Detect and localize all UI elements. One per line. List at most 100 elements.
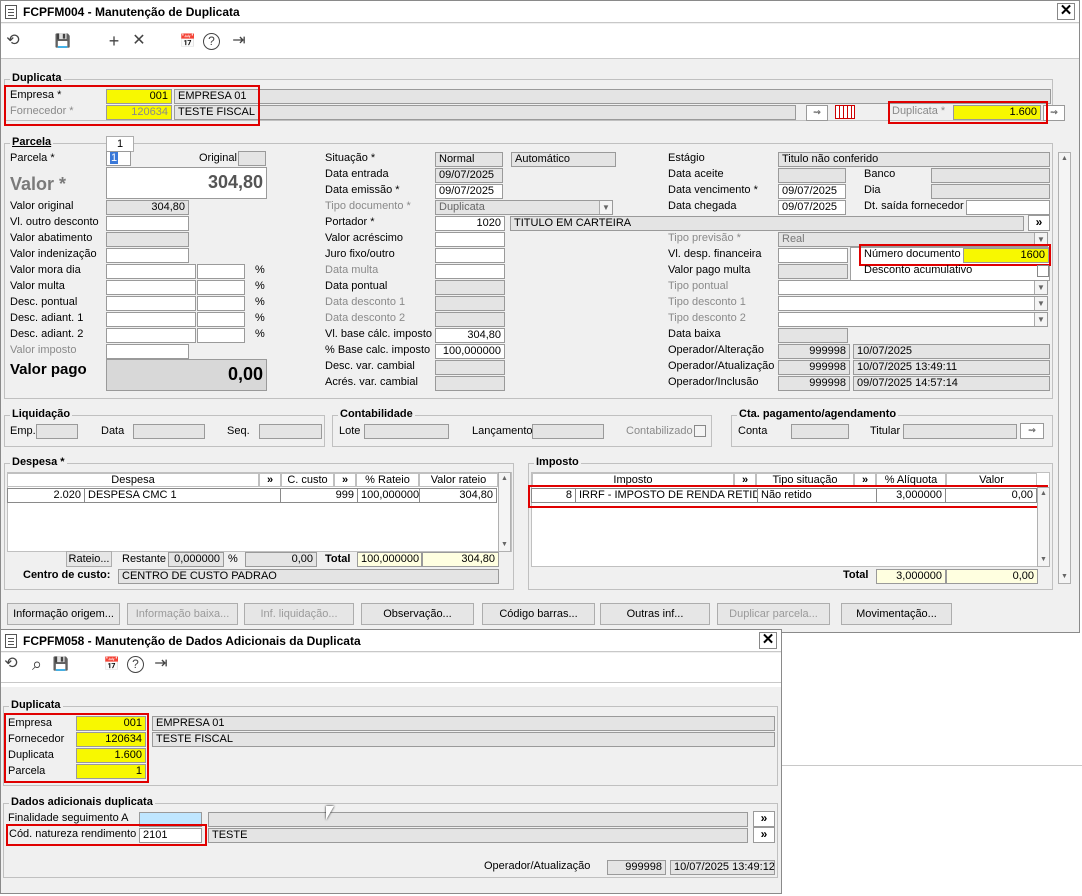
parcela-tab-1[interactable]: 1 — [106, 136, 134, 152]
operador-alteracao-date: 10/07/2025 — [853, 344, 1050, 359]
data-vencimento-field[interactable]: 09/07/2025 — [778, 184, 846, 199]
left-field-label: Vl. outro desconto — [10, 216, 99, 228]
parcela-scrollbar[interactable]: ▲ ▼ — [1058, 152, 1071, 584]
help-icon[interactable]: ? — [127, 656, 144, 673]
bottom-button-7[interactable]: Movimentação... — [841, 603, 952, 625]
portador-code-field[interactable]: 1020 — [435, 216, 505, 231]
imposto-scrollbar[interactable]: ▲ ▼ — [1037, 487, 1050, 567]
undo-icon[interactable]: ⟲ — [1, 654, 21, 674]
mid-field-value — [435, 312, 505, 327]
despesa-valor-cell[interactable]: 304,80 — [419, 488, 497, 503]
highlight-duplicata-block — [4, 713, 149, 783]
tipo-documento-select[interactable]: Duplicata ▼ — [435, 200, 613, 215]
highlight-imposto-row — [528, 485, 1048, 508]
undo-icon[interactable]: ⟲ — [3, 31, 23, 51]
percent-sign: % — [255, 312, 265, 324]
chevron-down-icon[interactable]: ▼ — [1034, 281, 1047, 294]
despesa-rateio-cell[interactable]: 100,000000 — [357, 488, 420, 503]
despesa-ccusto-cell[interactable]: 999 — [280, 488, 358, 503]
bottom-button-1[interactable]: Informação baixa... — [127, 603, 238, 625]
data-baixa-field — [778, 328, 848, 343]
despesa-scrollbar[interactable]: ▲ ▼ — [498, 472, 511, 552]
column-search-button[interactable]: » — [259, 473, 281, 487]
save-icon[interactable]: 💾 — [51, 654, 71, 674]
tipo-pontual-select[interactable]: ▼ — [778, 280, 1048, 295]
vl-base-field[interactable]: 304,80 — [435, 328, 505, 343]
finalidade-search-button[interactable]: » — [753, 811, 775, 827]
left-field-value[interactable] — [106, 280, 196, 295]
mid-field-value[interactable] — [435, 264, 505, 279]
titular-search-button[interactable]: ⇝ — [1020, 423, 1044, 439]
toolbar: ⟲ 💾 + ✕ 📅 ? ⇥ — [1, 24, 1079, 58]
contabilidade-legend: Contabilidade — [338, 408, 415, 420]
data-chegada-field[interactable]: 09/07/2025 — [778, 200, 846, 215]
left-field-value[interactable] — [106, 296, 196, 311]
tipo-desconto-1-select[interactable]: ▼ — [778, 296, 1048, 311]
scroll-up-icon[interactable]: ▲ — [1038, 488, 1049, 500]
mid-field-value[interactable] — [435, 232, 505, 247]
left-field-value[interactable] — [106, 248, 189, 263]
scroll-up-icon[interactable]: ▲ — [499, 473, 510, 485]
close-button[interactable]: ✕ — [1057, 3, 1075, 20]
left-field-value[interactable] — [106, 216, 189, 231]
despesa-code-cell[interactable]: 2.020 — [7, 488, 85, 503]
chevron-down-icon[interactable]: ▼ — [1034, 297, 1047, 310]
bottom-button-6[interactable]: Duplicar parcela... — [717, 603, 830, 625]
percent-field[interactable] — [197, 312, 245, 327]
cancel-icon[interactable]: ✕ — [129, 31, 149, 51]
calendar-icon[interactable]: 📅 — [178, 31, 198, 51]
bottom-button-3[interactable]: Observação... — [361, 603, 474, 625]
scroll-down-icon[interactable]: ▼ — [1059, 571, 1070, 583]
fornecedor-search-button[interactable]: ⇝ — [806, 105, 828, 121]
valor-pago-multa-label: Valor pago multa — [668, 264, 751, 276]
operador-atualizacao-code: 999998 — [778, 360, 850, 375]
left-field-value[interactable] — [106, 312, 196, 327]
despesa-name-cell[interactable]: DESPESA CMC 1 — [84, 488, 281, 503]
desconto-acumulativo-checkbox[interactable] — [1037, 265, 1049, 277]
rateio-button[interactable]: Rateio... — [66, 551, 112, 567]
tipo-desconto-2-select[interactable]: ▼ — [778, 312, 1048, 327]
percent-field[interactable] — [197, 328, 245, 343]
save-icon[interactable]: 💾 — [53, 31, 73, 51]
tipo-documento-value: Duplicata — [439, 201, 485, 213]
mid-field-value — [435, 296, 505, 311]
search-icon[interactable]: ⌕ — [27, 654, 47, 674]
calendar-icon[interactable]: 📅 — [102, 654, 122, 674]
bottom-button-2[interactable]: Inf. liquidação... — [244, 603, 354, 625]
contabilizado-checkbox[interactable] — [694, 425, 706, 437]
vl-desp-field[interactable] — [778, 248, 848, 263]
left-field-value[interactable] — [106, 328, 196, 343]
add-icon[interactable]: + — [104, 31, 124, 51]
scroll-down-icon[interactable]: ▼ — [1038, 554, 1049, 566]
exit-icon[interactable]: ⇥ — [229, 31, 249, 51]
percent-field[interactable] — [197, 296, 245, 311]
natureza-search-button[interactable]: » — [753, 827, 775, 843]
bottom-button-4[interactable]: Código barras... — [482, 603, 595, 625]
chevron-down-icon[interactable]: ▼ — [599, 201, 612, 214]
left-field-value[interactable] — [106, 264, 196, 279]
bottom-button-5[interactable]: Outras inf... — [600, 603, 710, 625]
pct-base-field[interactable]: 100,000000 — [435, 344, 505, 359]
chevron-down-icon[interactable]: ▼ — [1034, 313, 1047, 326]
portador-search-button[interactable]: » — [1028, 215, 1050, 231]
data-emissao-field[interactable]: 09/07/2025 — [435, 184, 503, 199]
desc-var-label: Desc. var. cambial — [325, 360, 415, 372]
bottom-button-0[interactable]: Informação origem... — [7, 603, 120, 625]
scroll-down-icon[interactable]: ▼ — [499, 539, 510, 551]
calendar-grid-icon[interactable] — [835, 105, 855, 119]
help-icon[interactable]: ? — [203, 33, 220, 50]
dt-saida-field[interactable] — [966, 200, 1050, 215]
situacao-field: Normal — [435, 152, 503, 167]
mid-field-value[interactable] — [435, 248, 505, 263]
window-icon — [5, 634, 17, 648]
percent-field[interactable] — [197, 264, 245, 279]
valor-field[interactable]: 304,80 — [106, 167, 267, 199]
parcela-field[interactable]: 1 — [106, 151, 131, 166]
scroll-up-icon[interactable]: ▲ — [1059, 153, 1070, 165]
left-field-value[interactable] — [106, 344, 189, 359]
percent-field[interactable] — [197, 280, 245, 295]
close-button[interactable]: ✕ — [759, 632, 777, 649]
exit-icon[interactable]: ⇥ — [151, 654, 171, 674]
column-search-button[interactable]: » — [334, 473, 356, 487]
dia-field — [931, 184, 1050, 199]
